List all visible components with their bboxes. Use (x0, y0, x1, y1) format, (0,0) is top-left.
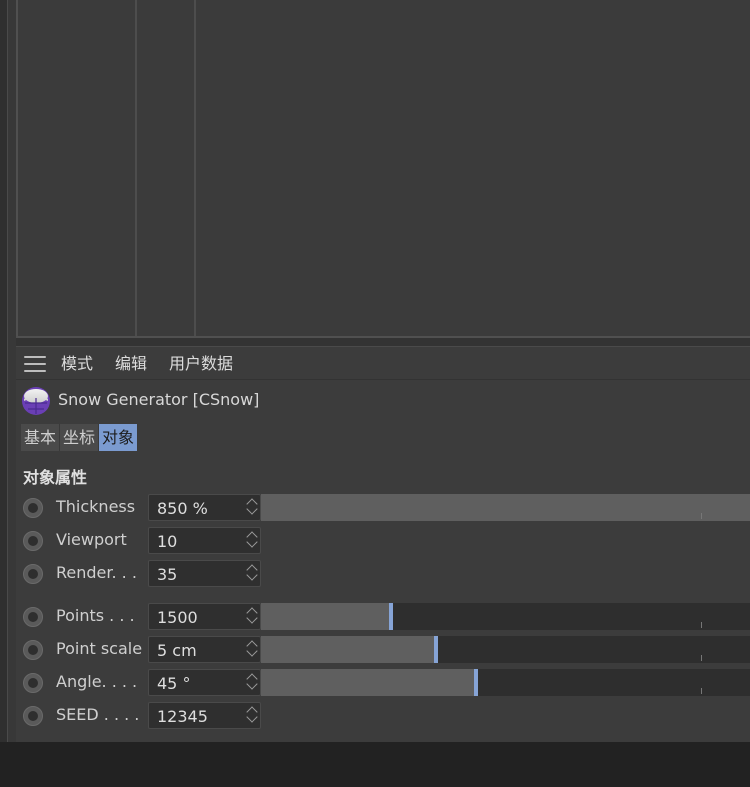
spinner-icon[interactable] (246, 607, 258, 627)
param-row-angle: Angle. . . . 45 ° (16, 668, 750, 696)
viewport-input[interactable]: 10 (148, 527, 261, 554)
animation-radio-icon[interactable] (23, 607, 43, 627)
animation-radio-icon[interactable] (23, 531, 43, 551)
render-input[interactable]: 35 (148, 560, 261, 587)
param-label: Angle. . . . (56, 672, 138, 691)
menu-item-edit[interactable]: 编辑 (115, 353, 147, 375)
column-divider[interactable] (135, 0, 137, 336)
param-label: SEED . . . . (56, 705, 140, 724)
section-title: 对象属性 (23, 468, 88, 487)
spinner-icon[interactable] (246, 531, 258, 551)
column-divider[interactable] (194, 0, 196, 336)
hamburger-menu-icon[interactable] (24, 356, 46, 372)
param-label: Points . . . (56, 606, 135, 625)
slider-knob[interactable] (389, 603, 393, 630)
object-manager-area[interactable] (16, 0, 750, 338)
param-row-thickness: Thickness 850 % (16, 493, 750, 521)
param-row-render: Render. . . 35 (16, 559, 750, 587)
attribute-tabs: 基本 坐标 对象 (21, 424, 139, 451)
attribute-manager: 模式 编辑 用户数据 Snow Generator [CSnow] 基本 坐标 … (16, 346, 750, 742)
slider-knob[interactable] (434, 636, 438, 663)
left-edge-strip-inner (8, 0, 16, 742)
menu-item-mode[interactable]: 模式 (61, 353, 93, 375)
left-edge-strip (0, 0, 8, 742)
angle-slider[interactable] (261, 669, 750, 696)
spinner-icon[interactable] (246, 564, 258, 584)
param-row-viewport: Viewport 10 (16, 526, 750, 554)
spinner-icon[interactable] (246, 640, 258, 660)
point-scale-input[interactable]: 5 cm (148, 636, 261, 663)
attribute-menu-bar: 模式 编辑 用户数据 (16, 346, 750, 380)
animation-radio-icon[interactable] (23, 498, 43, 518)
param-row-point-scale: Point scale 5 cm (16, 635, 750, 663)
param-label: Render. . . (56, 563, 137, 582)
tab-basic[interactable]: 基本 (21, 424, 61, 451)
animation-radio-icon[interactable] (23, 640, 43, 660)
seed-input[interactable]: 12345 (148, 702, 261, 729)
angle-input[interactable]: 45 ° (148, 669, 261, 696)
spinner-icon[interactable] (246, 706, 258, 726)
bottom-bar (0, 742, 750, 787)
slider-knob[interactable] (474, 669, 478, 696)
spinner-icon[interactable] (246, 673, 258, 693)
animation-radio-icon[interactable] (23, 564, 43, 584)
param-label: Viewport (56, 530, 127, 549)
snow-generator-icon (22, 387, 50, 415)
object-header: Snow Generator [CSnow] (16, 384, 750, 418)
object-title: Snow Generator [CSnow] (58, 390, 260, 409)
thickness-input[interactable]: 850 % (148, 494, 261, 521)
menu-item-user-data[interactable]: 用户数据 (169, 353, 233, 375)
param-row-points: Points . . . 1500 (16, 602, 750, 630)
animation-radio-icon[interactable] (23, 706, 43, 726)
thickness-slider[interactable] (261, 494, 750, 521)
tab-object[interactable]: 对象 (99, 424, 139, 451)
param-row-seed: SEED . . . . 12345 (16, 701, 750, 729)
animation-radio-icon[interactable] (23, 673, 43, 693)
param-label: Point scale (56, 639, 143, 658)
point-scale-slider[interactable] (261, 636, 750, 663)
points-input[interactable]: 1500 (148, 603, 261, 630)
tab-coord[interactable]: 坐标 (60, 424, 100, 451)
points-slider[interactable] (261, 603, 750, 630)
param-label: Thickness (56, 497, 136, 516)
spinner-icon[interactable] (246, 498, 258, 518)
